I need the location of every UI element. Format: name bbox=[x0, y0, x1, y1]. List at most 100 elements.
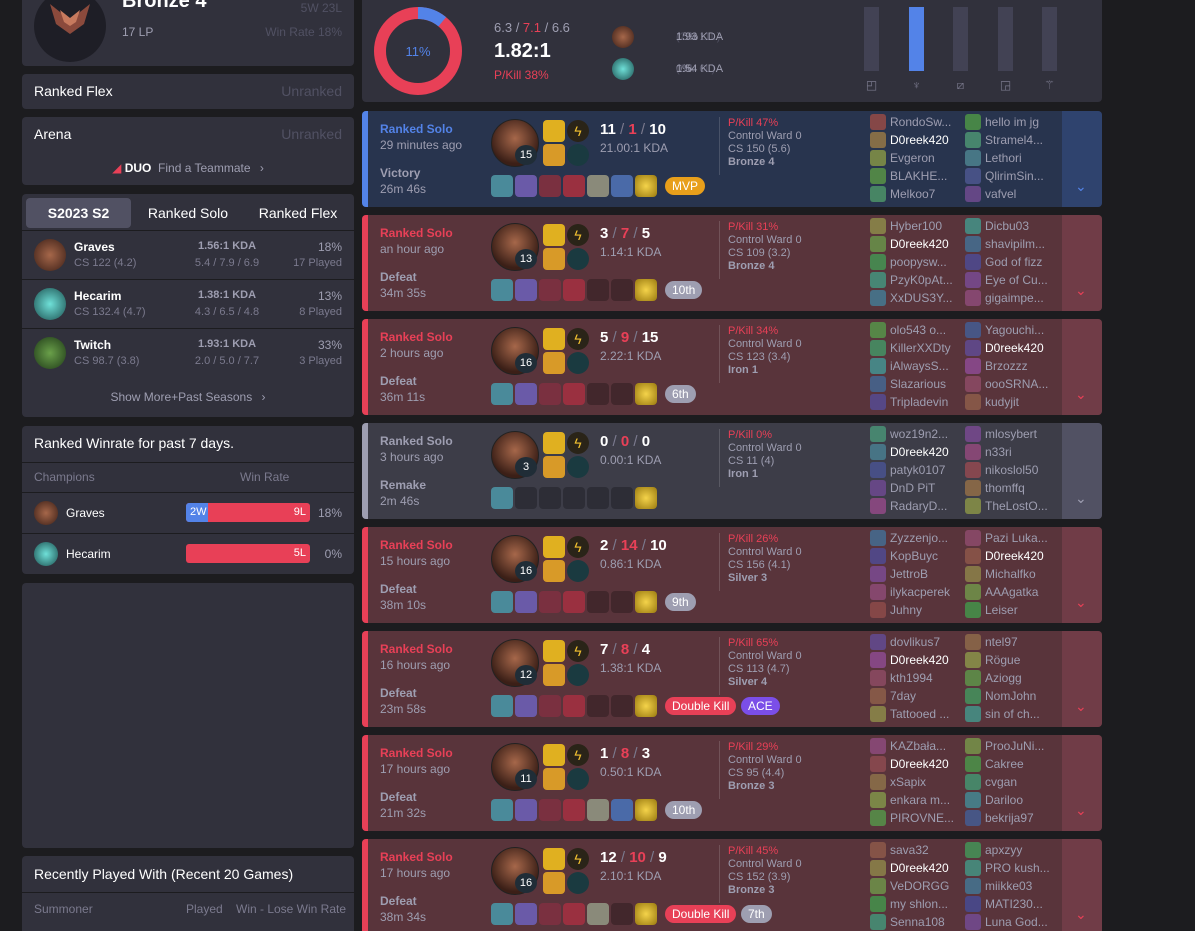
player-link[interactable]: Zyzzenjo... bbox=[870, 529, 958, 547]
player-link[interactable]: ntel97 bbox=[965, 633, 1053, 651]
player-link[interactable]: ilykacperek bbox=[870, 583, 958, 601]
player-link[interactable]: Michalfko bbox=[965, 565, 1053, 583]
show-more-button[interactable]: Show More+Past Seasons › bbox=[22, 390, 354, 404]
item-icon[interactable] bbox=[539, 903, 561, 925]
player-link[interactable]: apxzyy bbox=[965, 841, 1053, 859]
player-link[interactable]: Cakree bbox=[965, 755, 1053, 773]
player-link[interactable]: vafvel bbox=[965, 185, 1053, 203]
player-link[interactable]: Rögue bbox=[965, 651, 1053, 669]
player-link[interactable]: thomffq bbox=[965, 479, 1053, 497]
player-link[interactable]: D0reek420 bbox=[870, 131, 958, 149]
item-icon[interactable] bbox=[539, 695, 561, 717]
player-link[interactable]: Luna God... bbox=[965, 913, 1053, 931]
player-link[interactable]: gigaimpe... bbox=[965, 289, 1053, 307]
player-link[interactable]: Aziogg bbox=[965, 669, 1053, 687]
player-link[interactable]: D0reek420 bbox=[870, 755, 958, 773]
item-icon[interactable] bbox=[515, 383, 537, 405]
item-icon[interactable] bbox=[491, 175, 513, 197]
player-link[interactable]: D0reek420 bbox=[870, 235, 958, 253]
player-link[interactable]: God of fizz bbox=[965, 253, 1053, 271]
player-link[interactable]: kudyjit bbox=[965, 393, 1053, 411]
item-icon[interactable] bbox=[539, 279, 561, 301]
player-link[interactable]: Tripladevin bbox=[870, 393, 958, 411]
player-link[interactable]: hello im jg bbox=[965, 113, 1053, 131]
player-link[interactable]: my shlon... bbox=[870, 895, 958, 913]
player-link[interactable]: Hyber100 bbox=[870, 217, 958, 235]
player-link[interactable]: 7day bbox=[870, 687, 958, 705]
player-link[interactable]: Senna108 bbox=[870, 913, 958, 931]
item-icon[interactable] bbox=[563, 799, 585, 821]
item-icon[interactable] bbox=[563, 591, 585, 613]
player-link[interactable]: Brzozzz bbox=[965, 357, 1053, 375]
tab-season[interactable]: S2023 S2 bbox=[26, 198, 131, 228]
item-icon[interactable] bbox=[539, 383, 561, 405]
expand-button[interactable]: ⌄ bbox=[1062, 423, 1102, 519]
tab-ranked-solo[interactable]: Ranked Solo bbox=[136, 198, 240, 228]
player-link[interactable]: Pazi Luka... bbox=[965, 529, 1053, 547]
player-link[interactable]: KillerXXDty bbox=[870, 339, 958, 357]
item-icon[interactable] bbox=[491, 487, 513, 509]
player-link[interactable]: Lethori bbox=[965, 149, 1053, 167]
item-icon[interactable] bbox=[539, 175, 561, 197]
item-icon[interactable] bbox=[563, 383, 585, 405]
match-card[interactable]: Ranked Solo 2 hours ago Defeat 36m 11s 1… bbox=[362, 319, 1102, 415]
player-link[interactable]: Melkoo7 bbox=[870, 185, 958, 203]
player-link[interactable]: woz19n2... bbox=[870, 425, 958, 443]
item-icon[interactable] bbox=[515, 279, 537, 301]
player-link[interactable]: iAlwaysS... bbox=[870, 357, 958, 375]
champion-row[interactable]: Hecarim CS 132.4 (4.7) 1.38:1 KDA 4.3 / … bbox=[22, 279, 354, 328]
player-link[interactable]: dovlikus7 bbox=[870, 633, 958, 651]
player-link[interactable]: olo543 o... bbox=[870, 321, 958, 339]
player-link[interactable]: kth1994 bbox=[870, 669, 958, 687]
match-card[interactable]: Ranked Solo 29 minutes ago Victory 26m 4… bbox=[362, 111, 1102, 207]
item-icon[interactable] bbox=[491, 279, 513, 301]
player-link[interactable]: D0reek420 bbox=[965, 339, 1053, 357]
player-link[interactable]: D0reek420 bbox=[870, 859, 958, 877]
item-icon[interactable] bbox=[491, 799, 513, 821]
player-link[interactable]: sin of ch... bbox=[965, 705, 1053, 723]
player-link[interactable]: sava32 bbox=[870, 841, 958, 859]
expand-button[interactable]: ⌄ bbox=[1062, 111, 1102, 207]
player-link[interactable]: AAAgatka bbox=[965, 583, 1053, 601]
player-link[interactable]: patyk0107 bbox=[870, 461, 958, 479]
match-card[interactable]: Ranked Solo 17 hours ago Defeat 38m 34s … bbox=[362, 839, 1102, 931]
item-icon[interactable] bbox=[611, 175, 633, 197]
player-link[interactable]: enkara m... bbox=[870, 791, 958, 809]
player-link[interactable]: Yagouchi... bbox=[965, 321, 1053, 339]
match-card[interactable]: Ranked Solo 17 hours ago Defeat 21m 32s … bbox=[362, 735, 1102, 831]
match-card[interactable]: Ranked Solo 15 hours ago Defeat 38m 10s … bbox=[362, 527, 1102, 623]
player-link[interactable]: QlirimSin... bbox=[965, 167, 1053, 185]
player-link[interactable]: BLAKHE... bbox=[870, 167, 958, 185]
trinket-icon[interactable] bbox=[635, 383, 657, 405]
player-link[interactable]: KAZbała... bbox=[870, 737, 958, 755]
item-icon[interactable] bbox=[515, 799, 537, 821]
player-link[interactable]: PzyK0pAt... bbox=[870, 271, 958, 289]
item-icon[interactable] bbox=[611, 799, 633, 821]
player-link[interactable]: VeDORGG bbox=[870, 877, 958, 895]
match-card[interactable]: Ranked Solo 16 hours ago Defeat 23m 58s … bbox=[362, 631, 1102, 727]
item-icon[interactable] bbox=[515, 175, 537, 197]
tab-ranked-flex[interactable]: Ranked Flex bbox=[246, 198, 350, 228]
match-card[interactable]: Ranked Solo 3 hours ago Remake 2m 46s 3 … bbox=[362, 423, 1102, 519]
trinket-icon[interactable] bbox=[635, 487, 657, 509]
player-link[interactable]: n33ri bbox=[965, 443, 1053, 461]
item-icon[interactable] bbox=[563, 695, 585, 717]
match-card[interactable]: Ranked Solo an hour ago Defeat 34m 35s 1… bbox=[362, 215, 1102, 311]
player-link[interactable]: PIROVNE... bbox=[870, 809, 958, 827]
player-link[interactable]: Eye of Cu... bbox=[965, 271, 1053, 289]
player-link[interactable]: D0reek420 bbox=[870, 651, 958, 669]
item-icon[interactable] bbox=[515, 695, 537, 717]
trinket-icon[interactable] bbox=[635, 799, 657, 821]
trinket-icon[interactable] bbox=[635, 279, 657, 301]
trinket-icon[interactable] bbox=[635, 695, 657, 717]
player-link[interactable]: Dicbu03 bbox=[965, 217, 1053, 235]
player-link[interactable]: Slazarious bbox=[870, 375, 958, 393]
item-icon[interactable] bbox=[563, 903, 585, 925]
item-icon[interactable] bbox=[587, 175, 609, 197]
player-link[interactable]: Juhny bbox=[870, 601, 958, 619]
player-link[interactable]: miikke03 bbox=[965, 877, 1053, 895]
player-link[interactable]: ProoJuNi... bbox=[965, 737, 1053, 755]
item-icon[interactable] bbox=[587, 903, 609, 925]
player-link[interactable]: D0reek420 bbox=[965, 547, 1053, 565]
item-icon[interactable] bbox=[563, 175, 585, 197]
